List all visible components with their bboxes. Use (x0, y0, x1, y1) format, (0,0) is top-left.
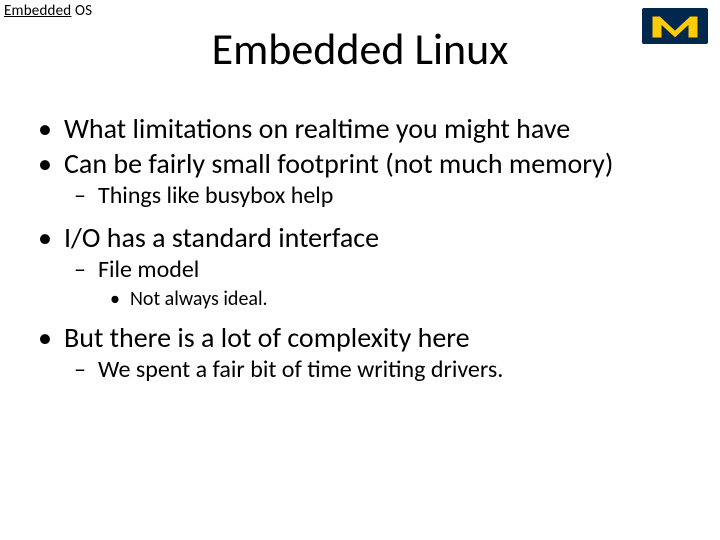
section-label: Embedded OS (4, 2, 92, 20)
section-label-underlined: Embedded (4, 2, 71, 20)
bullet-lvl2: Things like busybox help (30, 182, 690, 211)
bullet-lvl3: Not always ideal. (30, 287, 690, 311)
bullet-lvl1: I/O has a standard interface (30, 221, 690, 254)
bullet-lvl2: We spent a fair bit of time writing driv… (30, 356, 690, 385)
slide-body: What limitations on realtime you might h… (30, 110, 690, 387)
bullet-lvl1: Can be fairly small footprint (not much … (30, 147, 690, 180)
section-label-rest: OS (71, 2, 92, 20)
slide: Embedded OS Embedded Linux What limitati… (0, 0, 720, 540)
slide-title: Embedded Linux (0, 22, 720, 76)
bullet-lvl1: What limitations on realtime you might h… (30, 112, 690, 145)
bullet-lvl1: But there is a lot of complexity here (30, 321, 690, 354)
bullet-lvl2: File model (30, 256, 690, 285)
